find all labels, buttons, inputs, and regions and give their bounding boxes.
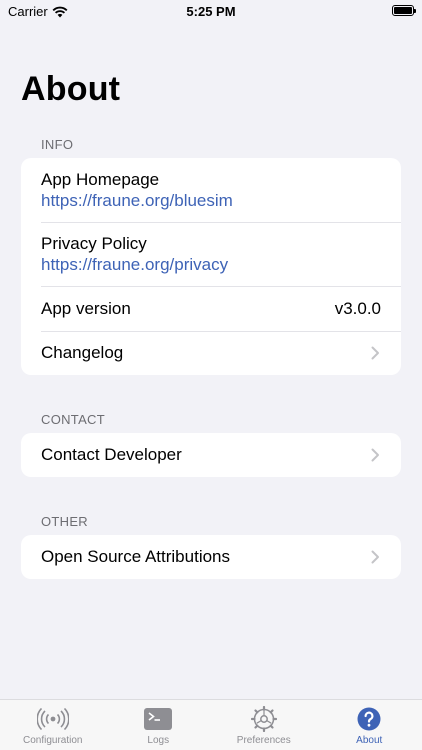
chevron-right-icon bbox=[369, 447, 381, 463]
changelog-label: Changelog bbox=[41, 343, 124, 362]
app-version-value: v3.0.0 bbox=[334, 298, 381, 318]
contact-card: Contact Developer bbox=[21, 433, 401, 477]
section-header-info: INFO bbox=[41, 137, 74, 152]
chevron-right-icon bbox=[369, 345, 381, 361]
chevron-right-icon bbox=[369, 549, 381, 565]
other-card: Open Source Attributions bbox=[21, 535, 401, 579]
info-card: App Homepage https://fraune.org/bluesim … bbox=[21, 158, 401, 375]
section-header-contact: CONTACT bbox=[41, 412, 105, 427]
contact-developer-label: Contact Developer bbox=[41, 445, 182, 464]
terminal-icon bbox=[144, 706, 173, 732]
app-version-row: App version v3.0.0 bbox=[21, 286, 401, 331]
app-homepage-link[interactable]: https://fraune.org/bluesim bbox=[41, 191, 381, 211]
gear-icon bbox=[250, 706, 277, 732]
open-source-attributions-label: Open Source Attributions bbox=[41, 547, 231, 566]
tab-label: Preferences bbox=[236, 735, 291, 746]
open-source-attributions-row[interactable]: Open Source Attributions bbox=[21, 535, 401, 579]
battery-icon bbox=[392, 5, 416, 16]
status-bar: Carrier 5:25 PM bbox=[0, 0, 422, 24]
app-version-label: App version bbox=[41, 298, 131, 318]
tab-about[interactable]: About bbox=[317, 700, 422, 750]
tab-label: About bbox=[356, 735, 383, 746]
clock: 5:25 PM bbox=[186, 4, 236, 19]
privacy-policy-label: Privacy Policy bbox=[41, 234, 147, 253]
antenna-icon bbox=[36, 706, 69, 732]
tab-preferences[interactable]: Preferences bbox=[211, 700, 317, 750]
tab-bar: Configuration Logs Preferences About bbox=[0, 699, 422, 750]
tab-logs[interactable]: Logs bbox=[106, 700, 212, 750]
privacy-policy-link[interactable]: https://fraune.org/privacy bbox=[41, 255, 381, 275]
tab-configuration[interactable]: Configuration bbox=[0, 700, 106, 750]
tab-label: Logs bbox=[147, 735, 170, 746]
app-homepage-label: App Homepage bbox=[41, 170, 160, 189]
tab-label: Configuration bbox=[23, 735, 83, 746]
app-homepage-row[interactable]: App Homepage https://fraune.org/bluesim bbox=[21, 158, 401, 222]
question-icon bbox=[357, 706, 381, 732]
page-title: About bbox=[21, 70, 121, 108]
section-header-other: OTHER bbox=[41, 514, 88, 529]
changelog-row[interactable]: Changelog bbox=[21, 331, 401, 375]
contact-developer-row[interactable]: Contact Developer bbox=[21, 433, 401, 477]
privacy-policy-row[interactable]: Privacy Policy https://fraune.org/privac… bbox=[21, 222, 401, 286]
